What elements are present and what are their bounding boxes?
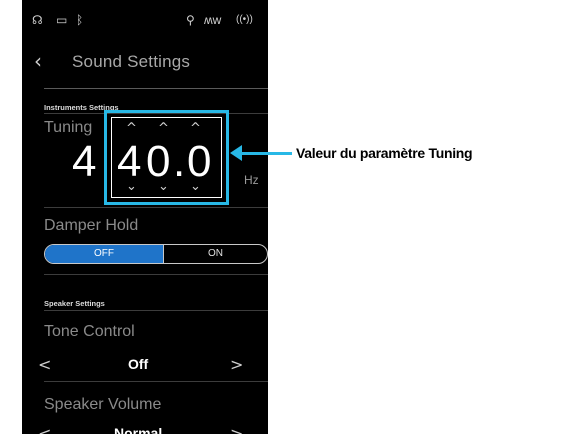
back-chevron-icon[interactable]: ‹ <box>34 51 48 71</box>
tuning-focus-frame <box>111 117 222 198</box>
damper-hold-label: Damper Hold <box>44 217 139 234</box>
tuning-label: Tuning <box>44 119 93 136</box>
damper-hold-toggle: OFF ON <box>44 244 268 264</box>
divider <box>44 310 268 311</box>
tone-control-next-icon[interactable]: > <box>230 357 243 373</box>
title-bar: ‹ Sound Settings <box>22 46 268 78</box>
speaker-volume-prev-icon[interactable]: < <box>38 426 51 434</box>
damper-hold-off-button[interactable]: OFF <box>45 245 163 263</box>
status-bar: ☊ ▭ ᛒ ⚲ ʍᴡ ((•)) <box>22 0 268 36</box>
headphones-icon: ☊ <box>32 13 43 27</box>
damper-hold-on-button[interactable]: ON <box>164 245 267 263</box>
manual-illustration: ☊ ▭ ᛒ ⚲ ʍᴡ ((•)) ‹ Sound Settings Instru… <box>0 0 562 434</box>
tuning-digit-1: 4 <box>72 137 97 186</box>
speaker-volume-next-icon[interactable]: > <box>230 426 243 434</box>
speaker-volume-value: Normal <box>114 425 163 434</box>
tone-control-prev-icon[interactable]: < <box>38 357 51 373</box>
instrument-screen: ☊ ▭ ᛒ ⚲ ʍᴡ ((•)) ‹ Sound Settings Instru… <box>22 0 268 434</box>
divider <box>44 274 268 275</box>
wireless-icon: ((•)) <box>236 14 253 25</box>
callout-line <box>234 152 292 155</box>
callout-label: Valeur du paramètre Tuning <box>296 145 473 161</box>
section-label-speaker: Speaker Settings <box>44 299 105 308</box>
divider <box>44 88 268 89</box>
microphone-icon: ⚲ <box>186 13 195 27</box>
divider <box>44 381 268 382</box>
usb-icon: ▭ <box>56 13 68 27</box>
tone-control-label: Tone Control <box>44 323 135 340</box>
page-title: Sound Settings <box>72 52 191 71</box>
speaker-volume-label: Speaker Volume <box>44 396 162 413</box>
audio-wave-icon: ʍᴡ <box>204 13 222 27</box>
divider <box>44 207 268 208</box>
bluetooth-icon: ᛒ <box>76 13 84 27</box>
tuning-unit: Hz <box>244 173 259 187</box>
tone-control-value: Off <box>128 356 149 372</box>
